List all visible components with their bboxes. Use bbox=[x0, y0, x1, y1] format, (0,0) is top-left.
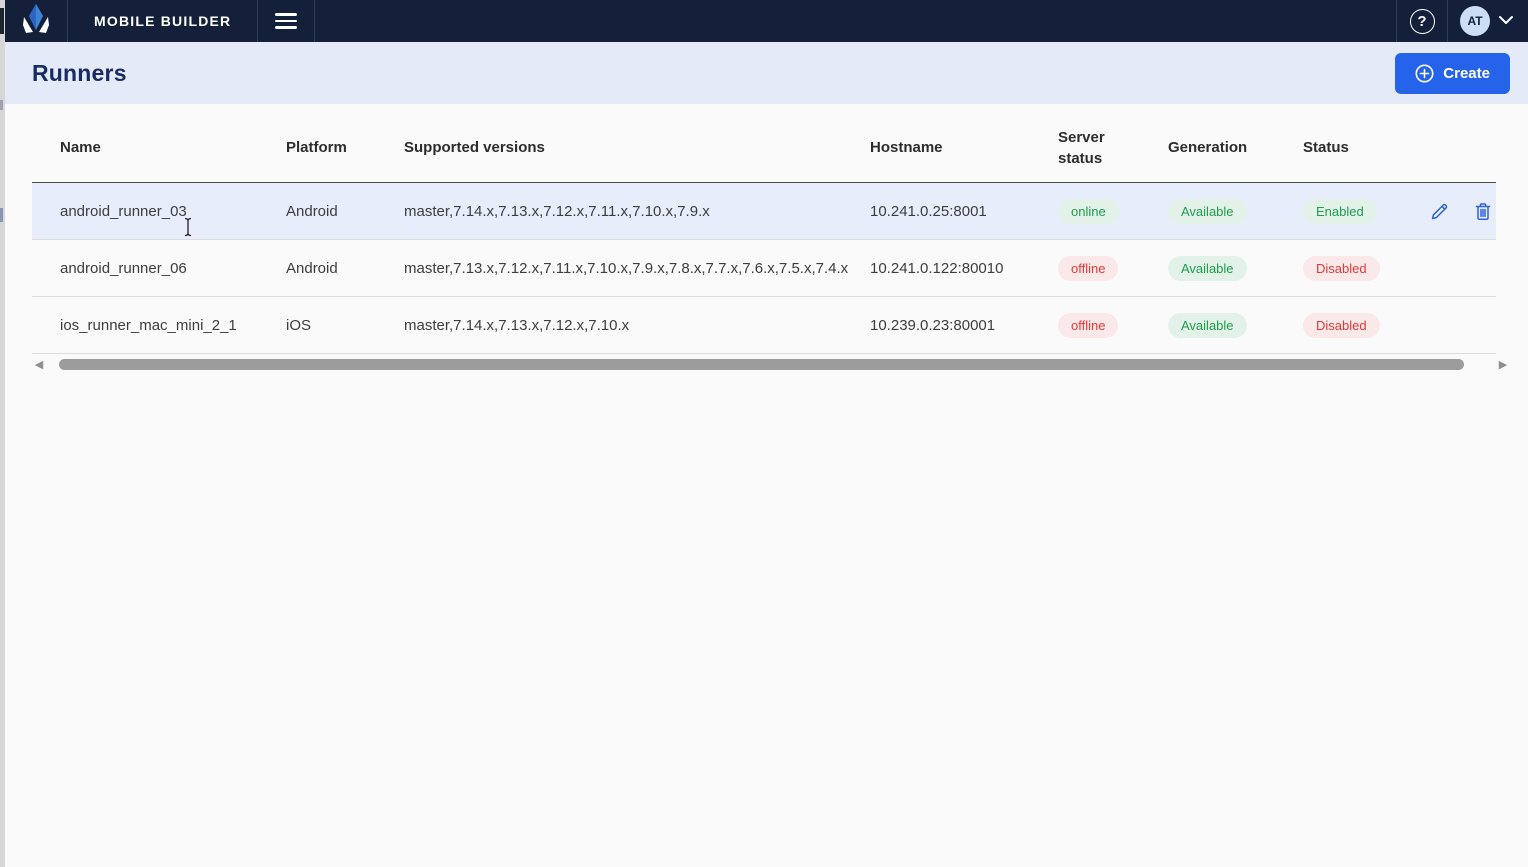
table-header-row: Name Platform Supported versions Hostnam… bbox=[32, 115, 1496, 183]
runner-versions: master,7.14.x,7.13.x,7.12.x,7.10.x bbox=[404, 316, 630, 334]
column-header-status: Status bbox=[1303, 139, 1349, 157]
runner-versions: master,7.13.x,7.12.x,7.11.x,7.10.x,7.9.x… bbox=[404, 259, 849, 277]
generation-badge: Available bbox=[1168, 312, 1247, 338]
scrollbar-thumb[interactable] bbox=[59, 359, 1464, 370]
scrollbar-track[interactable] bbox=[49, 358, 1493, 370]
status-badge: Enabled bbox=[1303, 198, 1377, 224]
avatar: AT bbox=[1460, 6, 1490, 36]
runner-hostname: 10.241.0.25:8001 bbox=[870, 202, 987, 220]
chevron-down-icon bbox=[1498, 12, 1514, 30]
plus-circle-icon bbox=[1415, 64, 1434, 83]
column-header-generation: Generation bbox=[1168, 139, 1248, 157]
help-button[interactable]: ? bbox=[1396, 0, 1448, 42]
page-header: Runners Create bbox=[5, 42, 1528, 104]
brand-title[interactable]: MOBILE BUILDER bbox=[68, 0, 259, 42]
navbar-spacer bbox=[315, 0, 1396, 42]
scroll-left-arrow[interactable]: ◀ bbox=[32, 357, 46, 371]
question-circle-icon: ? bbox=[1409, 8, 1435, 34]
user-menu[interactable]: AT bbox=[1448, 0, 1528, 42]
delete-button[interactable] bbox=[1472, 200, 1494, 222]
runner-hostname: 10.241.0.122:80010 bbox=[870, 259, 1004, 277]
runner-versions: master,7.14.x,7.13.x,7.12.x,7.11.x,7.10.… bbox=[404, 202, 710, 220]
status-badge: Disabled bbox=[1303, 255, 1380, 281]
create-button[interactable]: Create bbox=[1395, 52, 1510, 94]
column-header-server-status: Server status bbox=[1058, 129, 1105, 167]
hamburger-menu-button[interactable] bbox=[258, 0, 316, 42]
status-badge: Disabled bbox=[1303, 312, 1380, 338]
generation-badge: Available bbox=[1168, 198, 1247, 224]
mobile-builder-logo-icon bbox=[21, 3, 51, 40]
hamburger-icon bbox=[275, 13, 298, 29]
screen-edge-artifact bbox=[0, 0, 5, 867]
app-screen: MOBILE BUILDER ? AT Runners Create Name … bbox=[0, 0, 1528, 867]
table-row[interactable]: android_runner_03 Android master,7.14.x,… bbox=[32, 183, 1496, 240]
column-header-platform: Platform bbox=[286, 139, 347, 157]
server-status-badge: offline bbox=[1058, 255, 1119, 281]
runners-table: Name Platform Supported versions Hostnam… bbox=[32, 115, 1496, 354]
top-navbar: MOBILE BUILDER ? AT bbox=[5, 0, 1528, 42]
logo-link[interactable] bbox=[5, 0, 68, 42]
column-header-versions: Supported versions bbox=[404, 139, 545, 157]
runner-platform: Android bbox=[286, 202, 338, 220]
scroll-right-arrow[interactable]: ▶ bbox=[1496, 357, 1510, 371]
server-status-badge: offline bbox=[1058, 312, 1119, 338]
column-header-name: Name bbox=[60, 139, 101, 157]
column-header-hostname: Hostname bbox=[870, 139, 943, 157]
horizontal-scrollbar: ◀ ▶ bbox=[32, 354, 1510, 374]
generation-badge: Available bbox=[1168, 255, 1247, 281]
runner-hostname: 10.239.0.23:80001 bbox=[870, 316, 996, 334]
text-cursor-pointer bbox=[183, 217, 193, 237]
runner-platform: iOS bbox=[286, 316, 312, 334]
runner-name: android_runner_06 bbox=[60, 259, 187, 277]
create-button-label: Create bbox=[1443, 64, 1490, 82]
server-status-badge: online bbox=[1058, 198, 1119, 224]
runner-name: android_runner_03 bbox=[32, 203, 286, 236]
page-title: Runners bbox=[32, 59, 127, 86]
table-row[interactable]: android_runner_06 Android master,7.13.x,… bbox=[32, 240, 1496, 297]
runner-name: ios_runner_mac_mini_2_1 bbox=[60, 316, 237, 334]
runner-platform: Android bbox=[286, 259, 338, 277]
table-row[interactable]: ios_runner_mac_mini_2_1 iOS master,7.14.… bbox=[32, 297, 1496, 354]
edit-button[interactable] bbox=[1428, 200, 1450, 222]
